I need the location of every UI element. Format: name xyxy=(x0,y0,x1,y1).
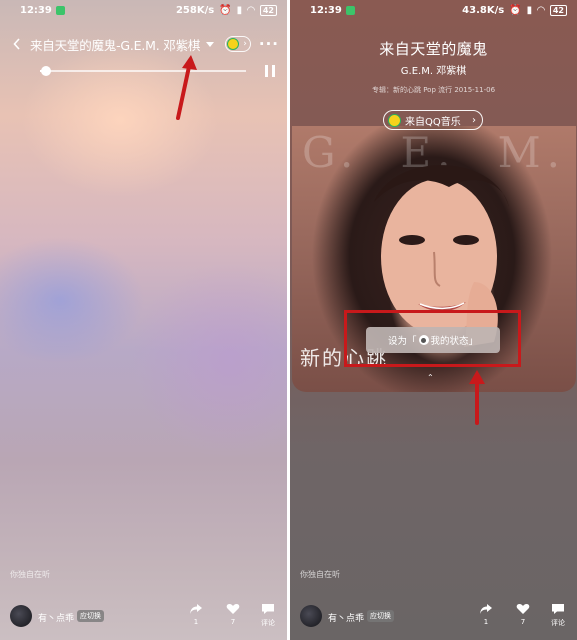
comment-button[interactable]: 评论 xyxy=(546,603,570,628)
status-time: 12:39 xyxy=(310,4,342,16)
listening-status: 你独自在听 xyxy=(300,570,340,579)
status-time: 12:39 xyxy=(20,4,52,16)
album-info: 专辑：新的心跳 Pop 流行 2015-11-06 xyxy=(371,86,496,94)
network-speed: 258K/s xyxy=(175,4,215,16)
battery-icon: 42 xyxy=(549,4,567,16)
qq-music-icon xyxy=(388,113,401,127)
bottom-bar: 有丶点乖 应切换 1 7 评论 xyxy=(0,600,287,636)
comment-label: 评论 xyxy=(551,619,565,627)
right-screen: 12:39 43.8K/s ⏰ ▮ ◠ 42 来自天堂的魔鬼 G.E.M. 邓紫… xyxy=(290,0,577,640)
chevron-right-icon: › xyxy=(472,114,476,126)
progress-bar[interactable] xyxy=(40,66,246,76)
back-button[interactable] xyxy=(8,34,26,54)
wechat-icon xyxy=(345,5,355,15)
like-count: 7 xyxy=(520,618,526,626)
progress-knob[interactable] xyxy=(41,66,52,76)
chevron-up-icon[interactable]: ⌃ xyxy=(427,373,434,382)
dropdown-caret-icon[interactable] xyxy=(206,41,215,47)
share-icon xyxy=(480,604,492,614)
alarm-icon: ⏰ xyxy=(509,4,522,16)
left-screen: 12:39 258K/s ⏰ ▮ ◠ 42 来自天堂的魔鬼-G.E.M. 邓紫棋… xyxy=(0,0,287,640)
song-title[interactable]: 来自天堂的魔鬼-G.E.M. 邓紫棋 xyxy=(30,35,200,54)
more-options-button[interactable]: ··· xyxy=(259,35,279,53)
status-bar: 12:39 258K/s ⏰ ▮ ◠ 42 xyxy=(0,0,287,20)
username[interactable]: 有丶点乖 xyxy=(328,611,364,624)
network-speed: 43.8K/s xyxy=(462,4,505,16)
heart-icon xyxy=(516,604,530,614)
bottom-bar: 有丶点乖 应切换 1 7 评论 xyxy=(290,600,577,636)
username[interactable]: 有丶点乖 xyxy=(38,611,74,624)
comment-label: 评论 xyxy=(261,619,275,627)
status-bar: 12:39 43.8K/s ⏰ ▮ ◠ 42 xyxy=(290,0,577,20)
share-count: 1 xyxy=(483,618,489,626)
like-button[interactable]: 7 xyxy=(511,603,535,626)
artist-name: G.E.M. 邓紫棋 xyxy=(400,66,467,77)
annotation-arrow-up xyxy=(469,370,485,425)
like-count: 7 xyxy=(230,618,236,626)
qq-music-button[interactable]: › xyxy=(224,36,251,52)
pause-button[interactable] xyxy=(265,65,275,77)
alarm-icon: ⏰ xyxy=(219,4,232,16)
share-count: 1 xyxy=(193,618,199,626)
signal-icon: ▮ xyxy=(236,4,243,16)
comment-icon xyxy=(262,604,274,614)
user-badge: 应切换 xyxy=(77,610,104,622)
comment-button[interactable]: 评论 xyxy=(256,603,280,628)
chevron-right-icon: › xyxy=(243,39,247,49)
comment-icon xyxy=(552,604,564,614)
qq-music-icon xyxy=(226,38,239,50)
signal-icon: ▮ xyxy=(526,4,533,16)
qq-music-label: 来自QQ音乐 xyxy=(405,116,461,128)
like-button[interactable]: 7 xyxy=(221,603,245,626)
wechat-icon xyxy=(55,5,65,15)
avatar[interactable] xyxy=(10,605,32,627)
chevron-left-icon xyxy=(13,38,20,50)
annotation-arrow-up xyxy=(176,55,197,120)
wifi-icon: ◠ xyxy=(247,4,255,16)
listening-status: 你独自在听 xyxy=(10,570,50,579)
wifi-icon: ◠ xyxy=(537,4,545,16)
song-title: 来自天堂的魔鬼 xyxy=(379,40,488,58)
qq-music-source-button[interactable]: 来自QQ音乐 › xyxy=(383,110,483,130)
annotation-highlight-box xyxy=(344,310,521,367)
share-button[interactable]: 1 xyxy=(184,603,208,626)
share-button[interactable]: 1 xyxy=(474,603,498,626)
battery-icon: 42 xyxy=(259,4,277,16)
avatar[interactable] xyxy=(300,605,322,627)
heart-icon xyxy=(226,604,240,614)
share-icon xyxy=(190,604,202,614)
player-header: 来自天堂的魔鬼-G.E.M. 邓紫棋 › ··· xyxy=(8,32,279,56)
user-badge: 应切换 xyxy=(367,610,394,622)
